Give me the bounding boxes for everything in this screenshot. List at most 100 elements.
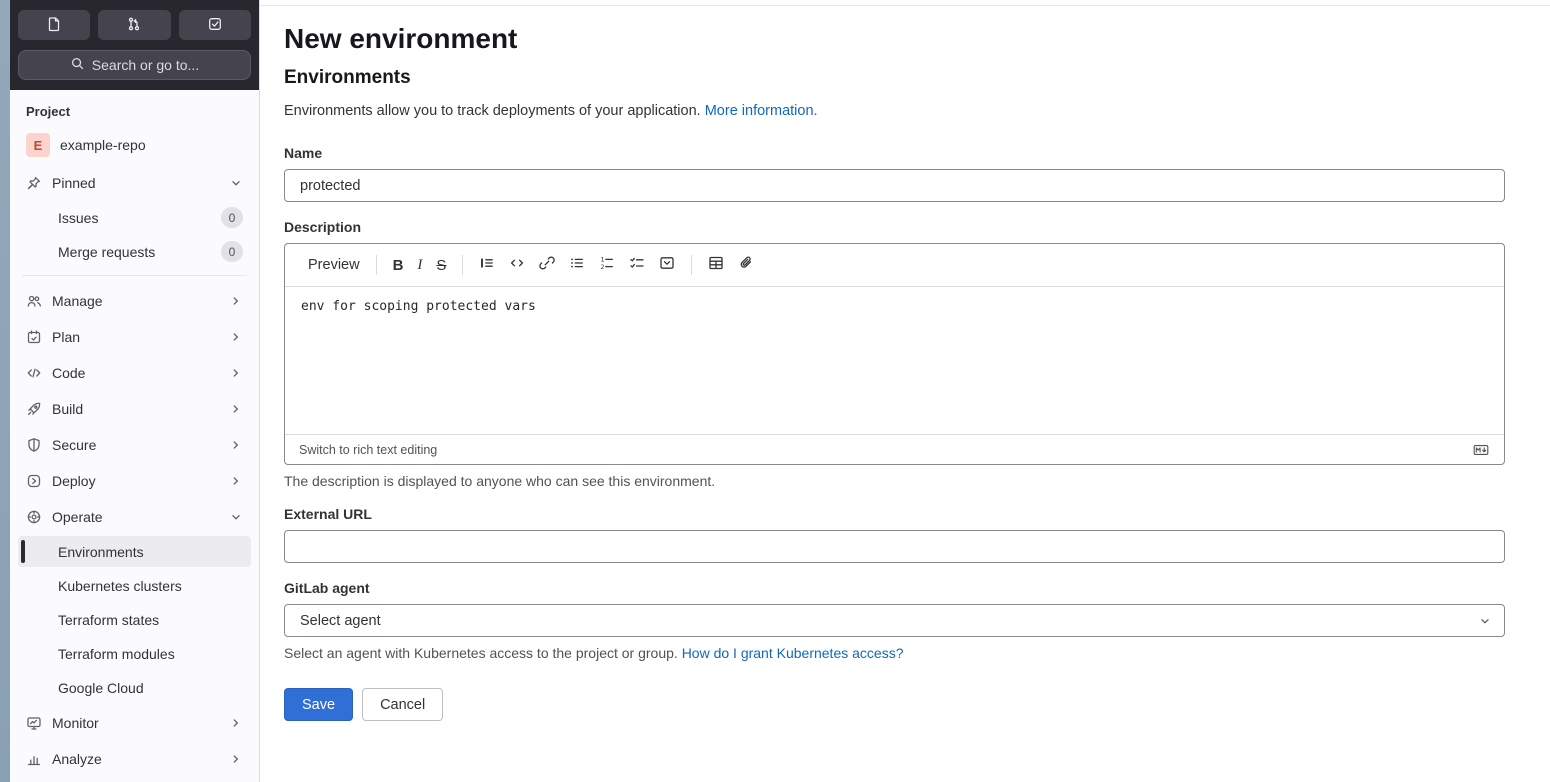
link-button[interactable] (533, 251, 561, 279)
chevron-right-icon (229, 474, 243, 488)
cancel-button[interactable]: Cancel (362, 688, 444, 721)
sidebar-item-merge-requests[interactable]: Merge requests 0 (18, 236, 251, 267)
chevron-down-icon (1478, 614, 1492, 628)
more-information-link[interactable]: More information. (705, 103, 818, 119)
deploy-label: Deploy (52, 472, 96, 489)
collapsible-section-button[interactable] (653, 251, 681, 279)
chevron-right-icon (229, 330, 243, 344)
table-button[interactable] (702, 251, 730, 279)
gitlab-agent-label: GitLab agent (284, 580, 370, 596)
chevron-right-icon (229, 438, 243, 452)
agent-help-sentence: Select an agent with Kubernetes access t… (284, 645, 678, 661)
chevron-right-icon (229, 366, 243, 380)
chevron-right-icon (229, 294, 243, 308)
calendar-icon (26, 329, 42, 345)
external-url-input[interactable] (284, 530, 1505, 563)
strikethrough-button[interactable]: S (430, 253, 452, 278)
merge-requests-shortcut-button[interactable] (98, 10, 171, 40)
markdown-icon[interactable] (1472, 442, 1490, 458)
sidebar-item-project[interactable]: E example-repo (18, 127, 251, 163)
bullet-list-icon (569, 255, 585, 275)
sidebar-item-issues[interactable]: Issues 0 (18, 202, 251, 233)
operate-icon (26, 509, 42, 525)
sidebar-item-manage[interactable]: Manage (18, 284, 251, 317)
rocket-icon (26, 401, 42, 417)
issues-icon (46, 16, 62, 35)
sidebar-item-secure[interactable]: Secure (18, 428, 251, 461)
description-textarea[interactable]: env for scoping protected vars (285, 287, 1504, 434)
chevron-down-icon (229, 176, 243, 190)
sidebar-item-code[interactable]: Code (18, 356, 251, 389)
code-button[interactable] (503, 251, 531, 279)
sidebar-item-pinned[interactable]: Pinned (18, 166, 251, 199)
sidebar-item-google-cloud[interactable]: Google Cloud (18, 672, 251, 703)
page-title: New environment (284, 23, 518, 54)
sidebar-item-kubernetes-clusters[interactable]: Kubernetes clusters (18, 570, 251, 601)
form-actions: Save Cancel (284, 688, 1505, 721)
sidebar-item-operate[interactable]: Operate (18, 500, 251, 533)
name-field-group: Name (284, 145, 1505, 202)
code-icon (26, 365, 42, 381)
sidebar-item-analyze[interactable]: Analyze (18, 742, 251, 775)
chevron-right-icon (229, 716, 243, 730)
sidebar-item-terraform-states[interactable]: Terraform states (18, 604, 251, 635)
collapsible-section-icon (659, 255, 675, 275)
sidebar-item-environments[interactable]: Environments (18, 536, 251, 567)
agent-select[interactable]: Select agent (284, 604, 1505, 637)
kubernetes-clusters-label: Kubernetes clusters (58, 577, 182, 594)
quote-icon (479, 255, 495, 275)
todo-list-shortcut-button[interactable] (178, 10, 251, 40)
agent-select-value: Select agent (300, 612, 381, 629)
environments-label: Environments (58, 543, 144, 560)
issues-label: Issues (58, 209, 99, 226)
project-avatar: E (26, 133, 50, 157)
markdown-toolbar: Preview B I S 12 (285, 244, 1504, 287)
toolbar-separator (375, 255, 377, 275)
manage-label: Manage (52, 292, 103, 309)
intro-sentence: Environments allow you to track deployme… (284, 103, 701, 119)
sidebar-divider (22, 275, 247, 276)
build-label: Build (52, 400, 84, 417)
preview-button[interactable]: Preview (302, 253, 366, 277)
search-icon (70, 56, 85, 74)
switch-rich-text-button[interactable]: Switch to rich text editing (299, 443, 437, 457)
bullet-list-button[interactable] (563, 251, 591, 279)
window-edge-strip (0, 0, 10, 782)
numbered-list-icon: 12 (599, 255, 615, 275)
italic-button[interactable]: I (411, 253, 428, 278)
chart-icon (26, 751, 42, 767)
quote-button[interactable] (473, 251, 501, 279)
task-list-button[interactable] (623, 251, 651, 279)
sidebar-item-plan[interactable]: Plan (18, 320, 251, 353)
attach-file-button[interactable] (732, 251, 760, 279)
sidebar-item-build[interactable]: Build (18, 392, 251, 425)
bold-button[interactable]: B (387, 253, 410, 278)
kubernetes-access-link[interactable]: How do I grant Kubernetes access? (682, 645, 904, 661)
markdown-editor: Preview B I S 12 env for scoping protect… (284, 243, 1505, 465)
editor-footer: Switch to rich text editing (285, 434, 1504, 464)
sidebar-header: Search or go to... (10, 0, 259, 90)
sidebar-item-terraform-modules[interactable]: Terraform modules (18, 638, 251, 669)
users-icon (26, 293, 42, 309)
description-help-text: The description is displayed to anyone w… (284, 473, 716, 489)
search-input[interactable]: Search or go to... (18, 50, 251, 80)
plan-label: Plan (52, 328, 81, 345)
analyze-label: Analyze (52, 750, 102, 767)
sidebar-item-monitor[interactable]: Monitor (18, 706, 251, 739)
secure-label: Secure (52, 436, 97, 453)
task-list-icon (629, 255, 645, 275)
merge-requests-label: Merge requests (58, 243, 156, 260)
numbered-list-button[interactable]: 12 (593, 251, 621, 279)
agent-help-text: Select an agent with Kubernetes access t… (284, 645, 1505, 661)
issues-shortcut-button[interactable] (18, 10, 91, 40)
link-icon (539, 255, 556, 275)
operate-label: Operate (52, 508, 103, 525)
pin-icon (26, 175, 42, 191)
intro-text: Environments allow you to track deployme… (284, 103, 1505, 119)
shortcut-row (18, 10, 251, 40)
sidebar-item-deploy[interactable]: Deploy (18, 464, 251, 497)
toolbar-separator (462, 255, 464, 275)
sidebar-nav: Project E example-repo Pinned Issues 0 M… (10, 90, 259, 782)
save-button[interactable]: Save (284, 688, 354, 721)
name-input[interactable] (284, 169, 1505, 202)
